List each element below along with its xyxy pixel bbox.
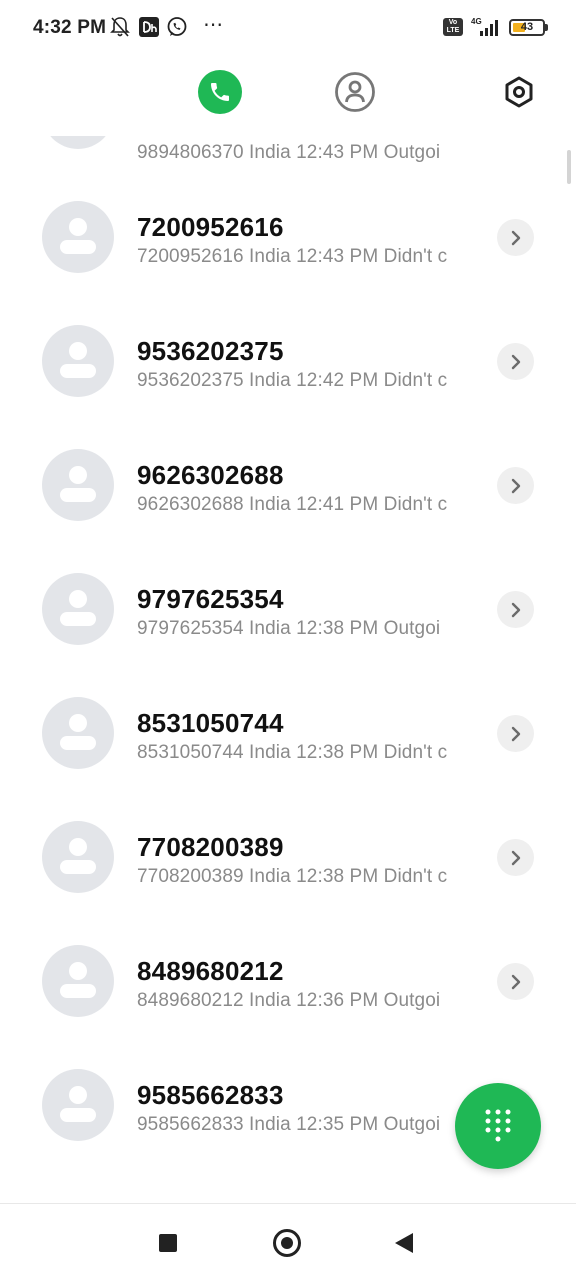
back-button[interactable] bbox=[395, 1233, 413, 1253]
phone-icon bbox=[211, 83, 229, 101]
contact-person-icon bbox=[335, 72, 375, 112]
call-log-row[interactable]: 8489680212 8489680212 India 12:36 PM Outg… bbox=[0, 922, 576, 1046]
avatar-head bbox=[69, 838, 87, 856]
avatar bbox=[42, 945, 114, 1017]
signal-4g-icon: 4G bbox=[471, 17, 498, 36]
call-number: 8489680212 bbox=[137, 956, 284, 986]
avatar-body bbox=[60, 364, 96, 378]
call-log-row[interactable]: 8531050744 8531050744 India 12:38 PM Didn… bbox=[0, 674, 576, 798]
settings-tab[interactable] bbox=[497, 70, 541, 114]
call-log-row[interactable]: 9894806370 India 12:43 PM Outgoi bbox=[0, 136, 576, 178]
call-detail: 8531050744 India 12:38 PM Didn't c bbox=[137, 742, 448, 763]
call-details-button[interactable] bbox=[497, 839, 534, 876]
chevron-right-icon bbox=[511, 230, 520, 245]
call-number: 7200952616 bbox=[137, 212, 284, 242]
chevron-right-icon bbox=[511, 726, 520, 741]
chevron-right-icon bbox=[511, 478, 520, 493]
call-number: 9536202375 bbox=[137, 336, 284, 366]
call-details-button[interactable] bbox=[497, 715, 534, 752]
scrollbar-thumb[interactable] bbox=[567, 150, 571, 184]
call-details-button[interactable] bbox=[497, 343, 534, 380]
home-button[interactable] bbox=[273, 1229, 301, 1257]
avatar bbox=[42, 449, 114, 521]
avatar-body bbox=[60, 612, 96, 626]
dialpad-icon bbox=[485, 1109, 511, 1142]
call-log-row[interactable]: 9536202375 9536202375 India 12:42 PM Didn… bbox=[0, 302, 576, 426]
dialpad-button[interactable] bbox=[455, 1083, 541, 1169]
avatar bbox=[42, 1069, 114, 1141]
phone-tab[interactable] bbox=[198, 70, 242, 114]
bell-off-icon bbox=[110, 17, 130, 37]
avatar-body bbox=[60, 488, 96, 502]
call-detail: 9626302688 India 12:41 PM Didn't c bbox=[137, 494, 448, 515]
chevron-right-icon bbox=[511, 974, 520, 989]
status-time: 4:32 PM bbox=[33, 17, 107, 38]
call-log-row[interactable]: 9626302688 9626302688 India 12:41 PM Didn… bbox=[0, 426, 576, 550]
network-type-label: 4G bbox=[471, 17, 482, 26]
call-detail: 9585662833 India 12:35 PM Outgoi bbox=[137, 1114, 441, 1135]
avatar-body bbox=[60, 984, 96, 998]
avatar bbox=[42, 697, 114, 769]
call-detail: 9536202375 India 12:42 PM Didn't c bbox=[137, 370, 448, 391]
call-number: 9585662833 bbox=[137, 1080, 284, 1110]
call-log-list[interactable]: 9894806370 India 12:43 PM Outgoi 72009526… bbox=[0, 136, 576, 1202]
avatar bbox=[42, 201, 114, 273]
call-details-button[interactable] bbox=[497, 591, 534, 628]
avatar-head bbox=[69, 1086, 87, 1104]
call-details-button[interactable] bbox=[497, 467, 534, 504]
call-detail: 9894806370 India 12:43 PM Outgoi bbox=[137, 142, 441, 163]
avatar bbox=[42, 573, 114, 645]
battery-icon: 43 bbox=[509, 19, 545, 36]
status-bar: 4:32 PM ⋯ Vo LTE 4G 43 bbox=[0, 0, 576, 56]
contacts-tab[interactable] bbox=[333, 70, 377, 114]
call-log-row[interactable]: 9797625354 9797625354 India 12:38 PM Outg… bbox=[0, 550, 576, 674]
volte-text: Vo bbox=[448, 19, 458, 26]
avatar-body bbox=[60, 736, 96, 750]
avatar-body bbox=[60, 1108, 96, 1122]
avatar-head bbox=[69, 590, 87, 608]
recents-button[interactable] bbox=[159, 1234, 177, 1252]
call-detail: 8489680212 India 12:36 PM Outgoi bbox=[137, 990, 441, 1011]
avatar-head bbox=[69, 466, 87, 484]
whatsapp-icon bbox=[167, 17, 187, 36]
call-log-row[interactable]: 7200952616 7200952616 India 12:43 PM Didn… bbox=[0, 178, 576, 302]
avatar bbox=[42, 325, 114, 397]
battery-level: 43 bbox=[520, 21, 534, 33]
chevron-right-icon bbox=[511, 850, 520, 865]
avatar-head bbox=[69, 962, 87, 980]
avatar bbox=[42, 821, 114, 893]
call-detail: 9797625354 India 12:38 PM Outgoi bbox=[137, 618, 441, 639]
chevron-right-icon bbox=[511, 354, 520, 369]
top-tabs bbox=[0, 56, 576, 136]
call-detail: 7200952616 India 12:43 PM Didn't c bbox=[137, 246, 448, 267]
avatar-body bbox=[60, 240, 96, 254]
avatar-body bbox=[60, 860, 96, 874]
home-dot bbox=[281, 1237, 293, 1249]
navigation-bar bbox=[0, 1203, 576, 1280]
call-number: 7708200389 bbox=[137, 832, 284, 862]
avatar bbox=[42, 136, 114, 149]
call-number: 9797625354 bbox=[137, 584, 284, 614]
call-number: 9626302688 bbox=[137, 460, 284, 490]
avatar-head bbox=[69, 342, 87, 360]
call-log-row[interactable]: 7708200389 7708200389 India 12:38 PM Didn… bbox=[0, 798, 576, 922]
call-details-button[interactable] bbox=[497, 963, 534, 1000]
volte-text-lte: LTE bbox=[446, 27, 460, 34]
call-details-button[interactable] bbox=[497, 219, 534, 256]
dh-app-icon bbox=[139, 17, 159, 37]
avatar-head bbox=[69, 218, 87, 236]
call-number: 8531050744 bbox=[137, 708, 284, 738]
chevron-right-icon bbox=[511, 602, 520, 617]
settings-hexagon-icon bbox=[505, 76, 533, 108]
call-detail: 7708200389 India 12:38 PM Didn't c bbox=[137, 866, 448, 887]
battery-tip bbox=[545, 24, 548, 31]
avatar-head bbox=[69, 714, 87, 732]
volte-icon: Vo LTE bbox=[443, 18, 463, 36]
more-dots-icon: ⋯ bbox=[203, 14, 224, 36]
